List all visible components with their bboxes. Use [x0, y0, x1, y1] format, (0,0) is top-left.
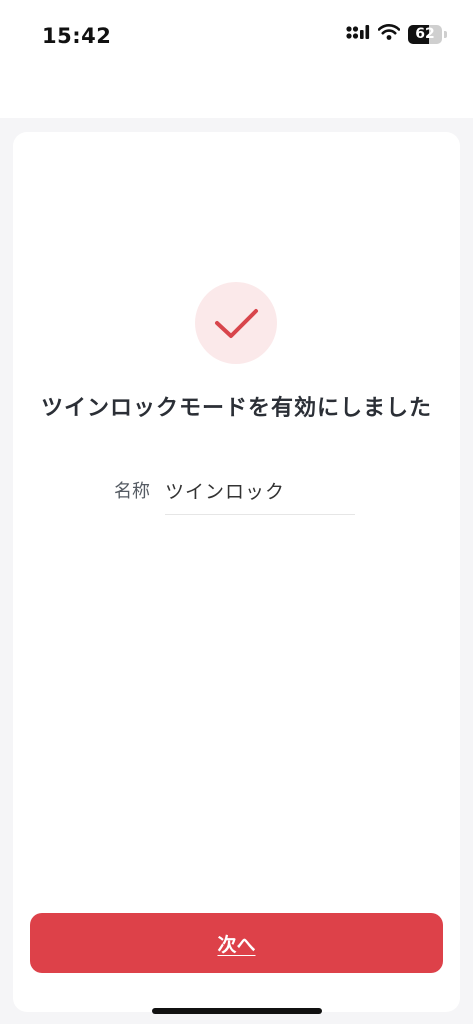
status-bar: 15:42 62 — [0, 0, 473, 74]
next-button[interactable]: 次へ — [30, 913, 443, 973]
name-field-underline — [165, 514, 355, 515]
wifi-icon — [377, 24, 401, 44]
home-indicator — [152, 1008, 322, 1014]
status-time: 15:42 — [42, 24, 112, 48]
battery-percentage: 62 — [415, 25, 435, 42]
cellular-signal-icon — [346, 24, 370, 44]
battery-cap — [444, 30, 447, 38]
name-label: 名称 — [114, 481, 150, 502]
checkmark-icon — [215, 309, 258, 338]
name-field[interactable]: ツインロック — [165, 477, 285, 504]
page-title: ツインロックモードを有効にしました — [40, 396, 432, 421]
battery-icon: 62 — [408, 24, 442, 44]
status-icons: 62 — [346, 24, 447, 44]
success-badge — [195, 282, 277, 364]
content-card — [13, 132, 460, 1012]
